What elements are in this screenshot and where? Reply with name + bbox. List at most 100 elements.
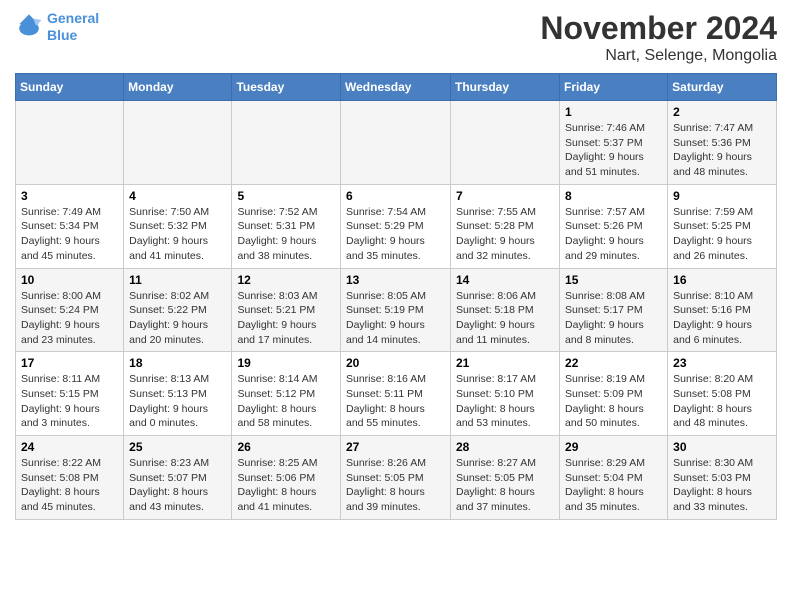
day-number: 8 xyxy=(565,189,662,203)
calendar-cell: 23Sunrise: 8:20 AM Sunset: 5:08 PM Dayli… xyxy=(668,352,777,436)
header: General Blue November 2024 Nart, Selenge… xyxy=(15,10,777,65)
day-info: Sunrise: 8:02 AM Sunset: 5:22 PM Dayligh… xyxy=(129,289,226,348)
col-header-saturday: Saturday xyxy=(668,74,777,101)
page-container: General Blue November 2024 Nart, Selenge… xyxy=(0,0,792,530)
day-info: Sunrise: 8:05 AM Sunset: 5:19 PM Dayligh… xyxy=(346,289,445,348)
day-number: 4 xyxy=(129,189,226,203)
day-number: 30 xyxy=(673,440,771,454)
location: Nart, Selenge, Mongolia xyxy=(540,47,777,65)
month-year: November 2024 xyxy=(540,10,777,47)
calendar-cell: 4 Sunrise: 7:50 AM Sunset: 5:32 PM Daylig… xyxy=(124,184,232,268)
day-number: 27 xyxy=(346,440,445,454)
day-info: Sunrise: 8:13 AM Sunset: 5:13 PM Dayligh… xyxy=(129,372,226,431)
col-header-monday: Monday xyxy=(124,74,232,101)
calendar-cell: 15 Sunrise: 8:08 AM Sunset: 5:17 PM Dayli… xyxy=(560,268,668,352)
day-info: Sunrise: 8:22 AM Sunset: 5:08 PM Dayligh… xyxy=(21,456,118,515)
calendar-body: 1 Sunrise: 7:46 AM Sunset: 5:37 PM Daylig… xyxy=(16,101,777,520)
calendar-week-5: 24 Sunrise: 8:22 AM Sunset: 5:08 PM Dayli… xyxy=(16,436,777,520)
calendar-cell xyxy=(341,101,451,185)
calendar-week-3: 10 Sunrise: 8:00 AM Sunset: 5:24 PM Dayli… xyxy=(16,268,777,352)
day-info: Sunrise: 8:08 AM Sunset: 5:17 PM Dayligh… xyxy=(565,289,662,348)
day-number: 24 xyxy=(21,440,118,454)
day-info: Sunrise: 8:14 AM Sunset: 5:12 PM Dayligh… xyxy=(237,372,335,431)
day-number: 15 xyxy=(565,273,662,287)
calendar-week-1: 1 Sunrise: 7:46 AM Sunset: 5:37 PM Daylig… xyxy=(16,101,777,185)
calendar-cell: 2 Sunrise: 7:47 AM Sunset: 5:36 PM Daylig… xyxy=(668,101,777,185)
day-info: Sunrise: 8:25 AM Sunset: 5:06 PM Dayligh… xyxy=(237,456,335,515)
day-number: 14 xyxy=(456,273,554,287)
calendar-cell: 14 Sunrise: 8:06 AM Sunset: 5:18 PM Dayli… xyxy=(451,268,560,352)
col-header-wednesday: Wednesday xyxy=(341,74,451,101)
col-header-sunday: Sunday xyxy=(16,74,124,101)
calendar-cell: 10 Sunrise: 8:00 AM Sunset: 5:24 PM Dayli… xyxy=(16,268,124,352)
day-info: Sunrise: 8:20 AM Sunset: 5:08 PM Dayligh… xyxy=(673,372,771,431)
day-number: 1 xyxy=(565,105,662,119)
calendar-cell: 16 Sunrise: 8:10 AM Sunset: 5:16 PM Dayli… xyxy=(668,268,777,352)
day-info: Sunrise: 8:06 AM Sunset: 5:18 PM Dayligh… xyxy=(456,289,554,348)
day-number: 10 xyxy=(21,273,118,287)
calendar-cell: 5 Sunrise: 7:52 AM Sunset: 5:31 PM Daylig… xyxy=(232,184,341,268)
day-number: 16 xyxy=(673,273,771,287)
calendar-cell: 12 Sunrise: 8:03 AM Sunset: 5:21 PM Dayli… xyxy=(232,268,341,352)
calendar-cell xyxy=(451,101,560,185)
day-number: 11 xyxy=(129,273,226,287)
day-number: 5 xyxy=(237,189,335,203)
calendar-cell: 20Sunrise: 8:16 AM Sunset: 5:11 PM Dayli… xyxy=(341,352,451,436)
day-number: 29 xyxy=(565,440,662,454)
day-info: Sunrise: 7:54 AM Sunset: 5:29 PM Dayligh… xyxy=(346,205,445,264)
day-info: Sunrise: 7:50 AM Sunset: 5:32 PM Dayligh… xyxy=(129,205,226,264)
calendar-cell: 22 Sunrise: 8:19 AM Sunset: 5:09 PM Dayli… xyxy=(560,352,668,436)
day-number: 2 xyxy=(673,105,771,119)
day-number: 28 xyxy=(456,440,554,454)
calendar-cell xyxy=(232,101,341,185)
day-number: 7 xyxy=(456,189,554,203)
day-number: 12 xyxy=(237,273,335,287)
day-info: Sunrise: 8:26 AM Sunset: 5:05 PM Dayligh… xyxy=(346,456,445,515)
logo-text: General Blue xyxy=(47,10,99,44)
calendar-cell: 9 Sunrise: 7:59 AM Sunset: 5:25 PM Daylig… xyxy=(668,184,777,268)
col-header-thursday: Thursday xyxy=(451,74,560,101)
calendar-cell: 25 Sunrise: 8:23 AM Sunset: 5:07 PM Dayli… xyxy=(124,436,232,520)
title-block: November 2024 Nart, Selenge, Mongolia xyxy=(540,10,777,65)
day-number: 21 xyxy=(456,356,554,370)
day-info: Sunrise: 8:03 AM Sunset: 5:21 PM Dayligh… xyxy=(237,289,335,348)
day-number: 9 xyxy=(673,189,771,203)
day-number: 25 xyxy=(129,440,226,454)
day-info: Sunrise: 8:27 AM Sunset: 5:05 PM Dayligh… xyxy=(456,456,554,515)
calendar-cell: 27 Sunrise: 8:26 AM Sunset: 5:05 PM Dayli… xyxy=(341,436,451,520)
calendar-cell: 21 Sunrise: 8:17 AM Sunset: 5:10 PM Dayli… xyxy=(451,352,560,436)
day-info: Sunrise: 8:19 AM Sunset: 5:09 PM Dayligh… xyxy=(565,372,662,431)
day-info: Sunrise: 8:23 AM Sunset: 5:07 PM Dayligh… xyxy=(129,456,226,515)
day-number: 22 xyxy=(565,356,662,370)
logo-line2: Blue xyxy=(47,27,77,43)
calendar-cell: 18 Sunrise: 8:13 AM Sunset: 5:13 PM Dayli… xyxy=(124,352,232,436)
day-info: Sunrise: 8:11 AM Sunset: 5:15 PM Dayligh… xyxy=(21,372,118,431)
day-info: Sunrise: 7:46 AM Sunset: 5:37 PM Dayligh… xyxy=(565,121,662,180)
day-number: 18 xyxy=(129,356,226,370)
day-info: Sunrise: 7:59 AM Sunset: 5:25 PM Dayligh… xyxy=(673,205,771,264)
logo: General Blue xyxy=(15,10,99,44)
calendar-cell: 30Sunrise: 8:30 AM Sunset: 5:03 PM Dayli… xyxy=(668,436,777,520)
day-info: Sunrise: 8:10 AM Sunset: 5:16 PM Dayligh… xyxy=(673,289,771,348)
day-info: Sunrise: 8:00 AM Sunset: 5:24 PM Dayligh… xyxy=(21,289,118,348)
calendar-cell: 8Sunrise: 7:57 AM Sunset: 5:26 PM Daylig… xyxy=(560,184,668,268)
calendar-header: SundayMondayTuesdayWednesdayThursdayFrid… xyxy=(16,74,777,101)
col-header-tuesday: Tuesday xyxy=(232,74,341,101)
calendar-cell: 17Sunrise: 8:11 AM Sunset: 5:15 PM Dayli… xyxy=(16,352,124,436)
calendar-week-4: 17Sunrise: 8:11 AM Sunset: 5:15 PM Dayli… xyxy=(16,352,777,436)
logo-icon xyxy=(15,13,43,41)
calendar-cell: 28 Sunrise: 8:27 AM Sunset: 5:05 PM Dayli… xyxy=(451,436,560,520)
calendar-cell: 11 Sunrise: 8:02 AM Sunset: 5:22 PM Dayli… xyxy=(124,268,232,352)
day-info: Sunrise: 8:29 AM Sunset: 5:04 PM Dayligh… xyxy=(565,456,662,515)
day-info: Sunrise: 8:17 AM Sunset: 5:10 PM Dayligh… xyxy=(456,372,554,431)
calendar-cell: 24 Sunrise: 8:22 AM Sunset: 5:08 PM Dayli… xyxy=(16,436,124,520)
calendar-cell: 13 Sunrise: 8:05 AM Sunset: 5:19 PM Dayli… xyxy=(341,268,451,352)
calendar-cell: 6 Sunrise: 7:54 AM Sunset: 5:29 PM Daylig… xyxy=(341,184,451,268)
col-header-friday: Friday xyxy=(560,74,668,101)
day-info: Sunrise: 7:47 AM Sunset: 5:36 PM Dayligh… xyxy=(673,121,771,180)
day-number: 6 xyxy=(346,189,445,203)
day-number: 13 xyxy=(346,273,445,287)
calendar-table: SundayMondayTuesdayWednesdayThursdayFrid… xyxy=(15,73,777,520)
day-number: 19 xyxy=(237,356,335,370)
day-info: Sunrise: 7:52 AM Sunset: 5:31 PM Dayligh… xyxy=(237,205,335,264)
